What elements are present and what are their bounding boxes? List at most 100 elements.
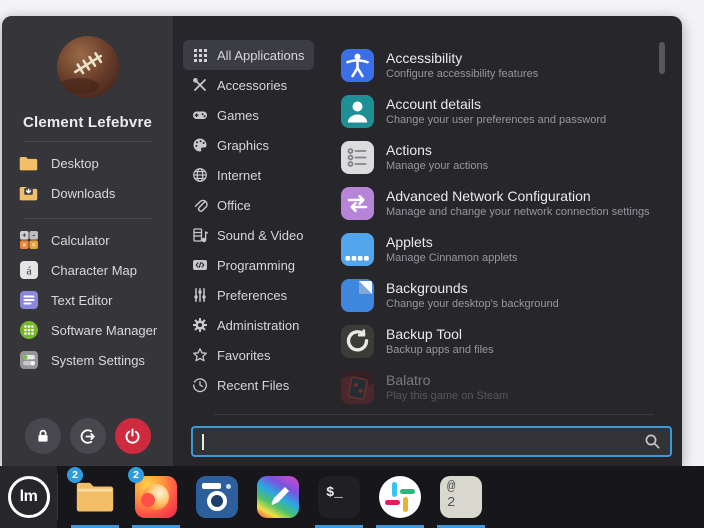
menu-button[interactable]: lm — [0, 466, 57, 528]
category-administration[interactable]: Administration — [183, 310, 309, 340]
brush-icon — [266, 485, 290, 509]
sidebar-item-desktop[interactable]: Desktop — [18, 148, 173, 178]
power-button[interactable] — [115, 418, 151, 454]
app-item-backup-tool[interactable]: Backup Tool Backup apps and files — [341, 319, 682, 364]
app-name: Advanced Network Configuration — [386, 188, 650, 205]
app-name: Account details — [386, 96, 606, 113]
app-name: Applets — [386, 234, 517, 251]
app-description: Configure accessibility features — [386, 67, 538, 81]
taskbar-item-firefox[interactable]: 2 — [134, 466, 178, 528]
sidebar-item-label: System Settings — [51, 353, 145, 368]
panel-applets-icon — [341, 233, 374, 266]
app-item-applets[interactable]: Applets Manage Cinnamon applets — [341, 227, 682, 272]
sidebar-item-label: Software Manager — [51, 323, 157, 338]
sidebar-item-character-map[interactable]: á Character Map — [18, 255, 173, 285]
folder-download-icon — [18, 183, 39, 204]
category-all-applications[interactable]: All Applications — [183, 40, 314, 70]
category-recent-files[interactable]: Recent Files — [183, 370, 299, 400]
category-graphics[interactable]: Graphics — [183, 130, 279, 160]
app-item-balatro[interactable]: Balatro Play this game on Steam — [341, 365, 682, 410]
globe-icon — [192, 167, 208, 183]
character-map-icon: á — [18, 260, 39, 281]
places-list: Desktop Downloads — [2, 148, 173, 208]
taskbar-item-files[interactable]: 2 — [73, 466, 117, 528]
app-item-actions[interactable]: Actions Manage your actions — [341, 135, 682, 180]
screenshot-camera-icon — [196, 476, 238, 518]
search-icon — [644, 433, 661, 450]
sidebar-item-calculator[interactable]: + - × = Calculator — [18, 225, 173, 255]
files-icon — [73, 477, 117, 517]
app-item-advanced-network-configuration[interactable]: Advanced Network Configuration Manage an… — [341, 181, 682, 226]
session-buttons — [2, 418, 173, 454]
taskbar-item-xterm[interactable]: @ 2 — [439, 466, 483, 528]
application-list: Accessibility Configure accessibility fe… — [329, 16, 682, 466]
search-input[interactable] — [191, 426, 672, 457]
taskbar-item-slack[interactable] — [378, 466, 422, 528]
text-editor-icon — [18, 290, 39, 311]
app-description: Manage your actions — [386, 159, 488, 173]
tools-icon — [192, 77, 208, 93]
grid-icon — [192, 47, 208, 63]
app-description: Manage Cinnamon applets — [386, 251, 517, 265]
category-label: Preferences — [217, 288, 287, 303]
sidebar-item-downloads[interactable]: Downloads — [18, 178, 173, 208]
category-accessories[interactable]: Accessories — [183, 70, 297, 100]
app-item-accessibility[interactable]: Accessibility Configure accessibility fe… — [341, 43, 682, 88]
checklist-icon — [341, 141, 374, 174]
app-description: Change your user preferences and passwor… — [386, 113, 606, 127]
category-label: Accessories — [217, 78, 287, 93]
sidebar-item-label: Calculator — [51, 233, 110, 248]
category-label: Programming — [217, 258, 295, 273]
category-games[interactable]: Games — [183, 100, 269, 130]
taskbar-items: 2 2 — [73, 466, 483, 528]
taskbar-item-screenshot[interactable] — [195, 466, 239, 528]
category-office[interactable]: Office — [183, 190, 261, 220]
app-description: Play this game on Steam — [386, 389, 508, 403]
palette-icon — [192, 137, 208, 153]
lock-button[interactable] — [25, 418, 61, 454]
sidebar-item-label: Character Map — [51, 263, 137, 278]
category-preferences[interactable]: Preferences — [183, 280, 297, 310]
taskbar-item-terminal[interactable]: $_ — [317, 466, 361, 528]
category-sound-video[interactable]: Sound & Video — [183, 220, 314, 250]
software-manager-icon — [18, 320, 39, 341]
wallpaper-icon — [341, 279, 374, 312]
avatar[interactable] — [57, 36, 119, 98]
app-name: Backup Tool — [386, 326, 494, 343]
accessibility-icon — [341, 49, 374, 82]
sidebar-item-software-manager[interactable]: Software Manager — [18, 315, 173, 345]
sidebar-apps-list: + - × = Calculator á Character Map — [2, 225, 173, 375]
app-item-backgrounds[interactable]: Backgrounds Change your desktop's backgr… — [341, 273, 682, 318]
category-label: Internet — [217, 168, 261, 183]
category-label: Recent Files — [217, 378, 289, 393]
notification-badge: 2 — [67, 467, 83, 483]
sidebar-item-system-settings[interactable]: System Settings — [18, 345, 173, 375]
svg-text:á: á — [26, 264, 32, 278]
taskbar-item-drawing[interactable] — [256, 466, 300, 528]
user-account-icon — [341, 95, 374, 128]
power-icon — [124, 428, 141, 445]
category-favorites[interactable]: Favorites — [183, 340, 280, 370]
app-name: Balatro — [386, 372, 508, 389]
scrollbar-thumb[interactable] — [659, 42, 665, 74]
star-icon — [192, 347, 208, 363]
svg-text:+: + — [22, 233, 26, 240]
svg-text:-: - — [32, 230, 35, 239]
notification-badge: 2 — [128, 467, 144, 483]
sidebar-item-text-editor[interactable]: Text Editor — [18, 285, 173, 315]
sidebar-item-label: Text Editor — [51, 293, 112, 308]
category-label: Games — [217, 108, 259, 123]
user-name: Clement Lefebvre — [23, 114, 152, 131]
category-internet[interactable]: Internet — [183, 160, 271, 190]
system-settings-icon — [18, 350, 39, 371]
balatro-icon — [341, 371, 374, 404]
folder-icon — [18, 153, 39, 174]
football-avatar-image — [57, 36, 119, 98]
category-programming[interactable]: Programming — [183, 250, 305, 280]
category-list: All Applications Accessories Games — [173, 16, 329, 466]
app-description: Change your desktop's background — [386, 297, 559, 311]
category-label: Graphics — [217, 138, 269, 153]
search-separator — [214, 414, 654, 415]
app-item-account-details[interactable]: Account details Change your user prefere… — [341, 89, 682, 134]
logout-button[interactable] — [70, 418, 106, 454]
